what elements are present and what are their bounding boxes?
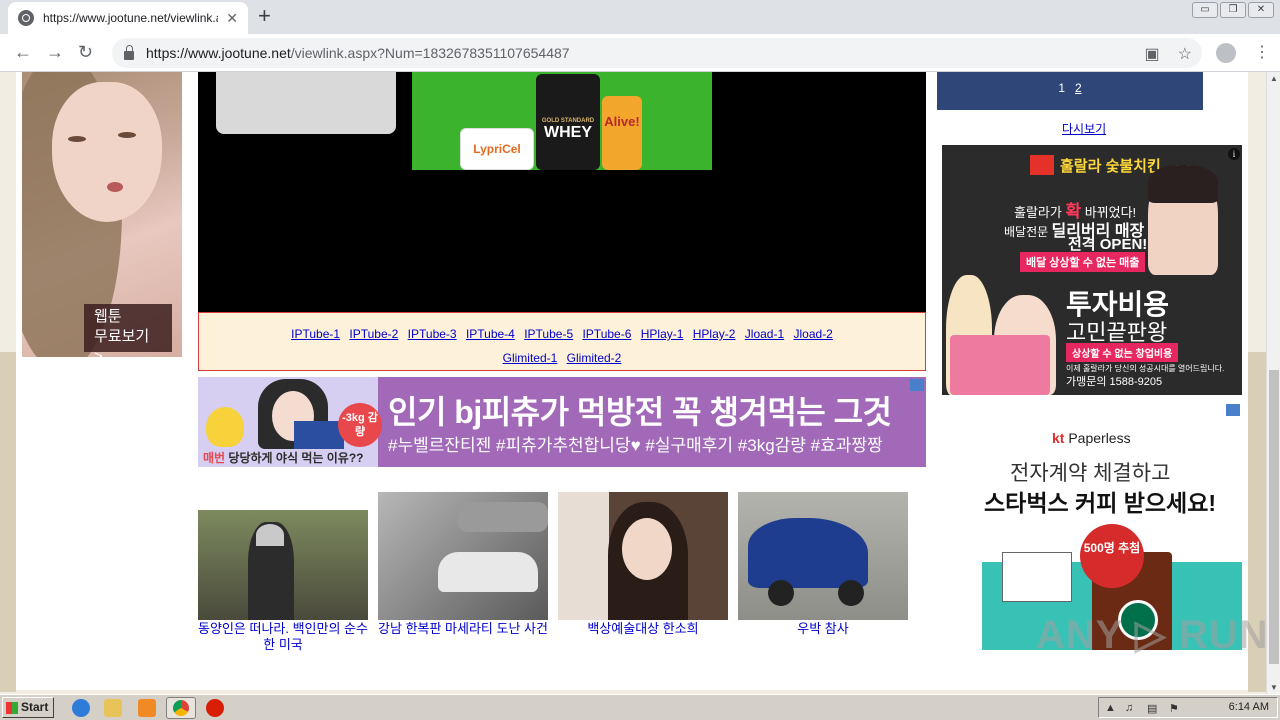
thumbnail-image — [198, 492, 368, 620]
tab-title: https://www.jootune.net/viewlink.a — [43, 11, 218, 25]
webtoon-ad[interactable]: 웹툰 무료보기 > — [22, 72, 182, 357]
new-tab-button[interactable]: + — [258, 5, 271, 27]
page-link-2[interactable]: 2 — [1075, 81, 1082, 95]
mirror-links: IPTube-1 IPTube-2 IPTube-3 IPTube-4 IPTu… — [198, 312, 926, 371]
kt-logo: kt Paperless — [1052, 430, 1131, 446]
forward-arrow-icon[interactable]: → — [46, 42, 64, 62]
link-glimited-1[interactable]: Glimited-1 — [503, 351, 558, 365]
link-iptube-3[interactable]: IPTube-3 — [408, 327, 457, 341]
link-iptube-1[interactable]: IPTube-1 — [291, 327, 340, 341]
chicken-brand: 훌랄라 숯불치킨 — [1060, 158, 1161, 175]
weight-loss-tag: -3kg 감량 — [338, 403, 382, 447]
browser-toolbar: ← → ↻ https://www.jootune.net/viewlink.a… — [0, 34, 1280, 72]
product-box — [294, 421, 344, 449]
address-bar[interactable]: https://www.jootune.net/viewlink.aspx?Nu… — [112, 38, 1202, 68]
thumbnail-caption[interactable]: 강남 한복판 마세라티 도난 사건 — [378, 620, 548, 637]
link-jload-1[interactable]: Jload-1 — [745, 327, 784, 341]
lock-icon — [124, 44, 134, 60]
page-viewport: 웹툰 무료보기 > LypriCel GOLD STANDARD WHEY Al… — [0, 72, 1266, 694]
bookmark-star-icon[interactable]: ☆ — [1178, 44, 1192, 64]
minimize-button[interactable]: ▭ — [1192, 2, 1218, 18]
diet-banner-ad[interactable]: -3kg 감량 인기 bj피츄가 먹방전 꼭 챙겨먹는 그것 #누벨르잔티젠 #… — [198, 377, 926, 467]
thumbnail-item[interactable]: 백상예술대상 한소희 — [558, 492, 728, 653]
chrome-icon — [173, 700, 189, 716]
page-body: 웹툰 무료보기 > LypriCel GOLD STANDARD WHEY Al… — [16, 72, 1248, 690]
chrome-taskbar-button[interactable] — [166, 697, 196, 719]
link-hplay-2[interactable]: HPlay-2 — [693, 327, 736, 341]
video-player[interactable]: LypriCel GOLD STANDARD WHEY Alive! — [198, 72, 926, 312]
document-illustration — [1002, 552, 1072, 602]
link-iptube-6[interactable]: IPTube-6 — [582, 327, 631, 341]
background-decoration — [0, 352, 16, 692]
link-iptube-4[interactable]: IPTube-4 — [466, 327, 515, 341]
banner-headline: 인기 bj피츄가 먹방전 꼭 챙겨먹는 그것 — [388, 394, 892, 430]
thumbnail-caption[interactable]: 동양인은 떠나라. 백인만의 순수한 미국 — [198, 620, 368, 653]
webtoon-badge[interactable]: 웹툰 무료보기 > — [84, 304, 172, 357]
folder-icon[interactable] — [104, 699, 122, 717]
page-current: 1 — [1058, 81, 1065, 95]
scroll-up-icon[interactable]: ▲ — [1270, 74, 1278, 83]
illustration-face — [52, 82, 162, 222]
view-again-link[interactable]: 다시보기 — [1062, 120, 1106, 137]
link-hplay-1[interactable]: HPlay-1 — [641, 327, 684, 341]
tab-strip: https://www.jootune.net/viewlink.a ✕ + ▭… — [0, 0, 1280, 34]
system-tray: ▲ ♫ ▤ ⚑ 6:14 AM — [1098, 697, 1278, 718]
banner-caption: 매번 당당하게 야식 먹는 이유?? — [203, 451, 364, 465]
arrow-up-icon[interactable]: ▲ — [1105, 702, 1116, 714]
kebab-menu-icon[interactable]: ⋮ — [1254, 42, 1270, 62]
thumbnail-image — [378, 492, 548, 620]
supplement-ad[interactable]: LypriCel GOLD STANDARD WHEY Alive! — [412, 72, 712, 170]
start-button[interactable]: Start — [2, 697, 54, 718]
link-jload-2[interactable]: Jload-2 — [794, 327, 833, 341]
network-icon[interactable]: ▤ — [1147, 702, 1157, 715]
link-iptube-5[interactable]: IPTube-5 — [524, 327, 573, 341]
thumbnail-caption[interactable]: 우박 참사 — [738, 620, 908, 637]
globe-icon — [18, 10, 34, 26]
profile-avatar-icon[interactable] — [1216, 43, 1236, 63]
tab-close-icon[interactable]: ✕ — [226, 10, 238, 27]
ie-icon[interactable] — [72, 699, 90, 717]
windows-taskbar: Start ▲ ♫ ▤ ⚑ 6:14 AM — [0, 694, 1280, 720]
thumbnail-item[interactable]: 우박 참사 — [738, 492, 908, 653]
thumbnail-image — [738, 492, 908, 620]
link-glimited-2[interactable]: Glimited-2 — [567, 351, 622, 365]
chicken-franchise-ad[interactable]: 훌랄라 숯불치킨 훌랄라가 확 바뀌었다! 배달전문 딜리버리 매장 전격 OP… — [942, 145, 1242, 395]
pikachu-illustration — [206, 407, 244, 447]
player-placeholder — [216, 72, 396, 134]
scroll-down-icon[interactable]: ▼ — [1270, 683, 1278, 692]
flag-icon[interactable]: ⚑ — [1169, 702, 1179, 715]
pagination: 12 — [937, 72, 1203, 110]
media-player-icon[interactable] — [138, 699, 156, 717]
thumbnail-caption[interactable]: 백상예술대상 한소희 — [558, 620, 728, 637]
browser-tab[interactable]: https://www.jootune.net/viewlink.a ✕ — [8, 2, 248, 34]
window-controls: ▭ ❐ ✕ — [1192, 2, 1274, 18]
ad-choices-icon[interactable] — [1226, 404, 1240, 416]
stop-icon[interactable] — [206, 699, 224, 717]
vertical-scrollbar[interactable]: ▲ ▼ — [1266, 72, 1280, 694]
banner-hashtags: #누벨르잔티젠 #피츄가추천합니당♥ #실구매후기 #3kg감량 #효과짱짱 — [388, 436, 883, 455]
ad-choices-icon[interactable] — [910, 379, 924, 391]
url-text: https://www.jootune.net/viewlink.aspx?Nu… — [146, 45, 570, 61]
reload-icon[interactable]: ↻ — [78, 42, 93, 62]
whey-tub: GOLD STANDARD WHEY — [536, 74, 600, 170]
giveaway-seal: 500명 추첨 — [1080, 524, 1144, 588]
restore-button[interactable]: ❐ — [1220, 2, 1246, 18]
anyrun-watermark: ANY ▷ RUN — [1036, 613, 1266, 657]
close-window-button[interactable]: ✕ — [1248, 2, 1274, 18]
info-icon[interactable]: i — [1228, 148, 1240, 160]
thumbnail-image — [558, 492, 728, 620]
clock: 6:14 AM — [1228, 701, 1269, 713]
mirror-links-row-2: Glimited-1 Glimited-2 — [199, 346, 925, 370]
mirror-links-row-1: IPTube-1 IPTube-2 IPTube-3 IPTube-4 IPTu… — [199, 322, 925, 346]
thumbnail-item[interactable]: 동양인은 떠나라. 백인만의 순수한 미국 — [198, 492, 368, 653]
thumbnail-item[interactable]: 강남 한복판 마세라티 도난 사건 — [378, 492, 548, 653]
back-arrow-icon[interactable]: ← — [14, 42, 32, 62]
link-iptube-2[interactable]: IPTube-2 — [349, 327, 398, 341]
popup-blocked-icon[interactable]: ▣ — [1145, 44, 1160, 64]
volume-icon[interactable]: ♫ — [1125, 702, 1133, 714]
related-thumbnails: 동양인은 떠나라. 백인만의 순수한 미국 강남 한복판 마세라티 도난 사건 … — [198, 492, 908, 653]
scrollbar-thumb[interactable] — [1269, 370, 1279, 664]
